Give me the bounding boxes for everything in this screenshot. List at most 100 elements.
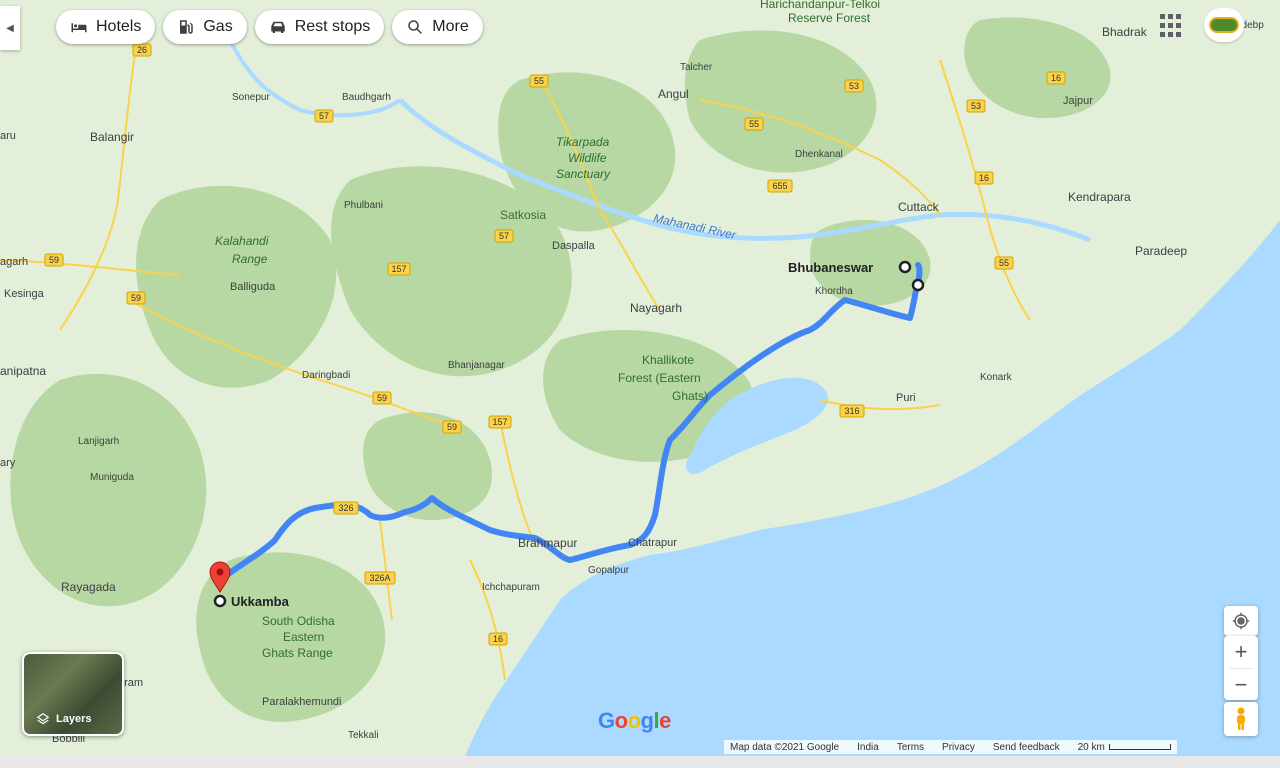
scale-indicator[interactable]: 20 km [1078,742,1171,753]
attribution-bar: Map data ©2021 Google India Terms Privac… [724,740,1177,754]
pegman-icon [1237,707,1245,730]
country-link[interactable]: India [857,742,879,753]
region-label: Range [232,252,268,266]
layers-label: Layers [56,713,92,725]
city-label[interactable]: Lanjigarh [78,436,119,447]
city-label[interactable]: Kendrapara [1068,190,1131,204]
city-label[interactable]: Daspalla [552,240,596,252]
highway-label: 55 [749,119,759,129]
rest-stops-label: Rest stops [294,18,371,35]
highway-label: 55 [999,258,1009,268]
gas-chip[interactable]: Gas [163,10,247,44]
city-label[interactable]: Ichchapuram [482,582,540,593]
zoom-in-button[interactable]: + [1224,636,1258,668]
gas-label: Gas [203,18,233,35]
more-chip[interactable]: More [392,10,483,44]
city-label[interactable]: Rayagada [61,580,116,594]
layers-label-group: Layers [36,712,91,726]
scale-bar [1108,743,1171,750]
region-label: Ghats Range [262,646,333,660]
city-label[interactable]: Talcher [680,62,713,73]
city-label[interactable]: Baudhgarh [342,92,391,103]
highway-label: 16 [493,634,503,644]
city-label[interactable]: Bhadrak [1102,25,1148,39]
region-label: Harichandanpur-Telkoi [760,0,880,11]
rest-stops-chip[interactable]: Rest stops [254,10,385,44]
terms-link[interactable]: Terms [897,742,924,753]
region-label: Khallikote [642,353,694,367]
highway-label: 57 [499,231,509,241]
highway-label: 16 [979,173,989,183]
city-label[interactable]: anipatna [0,364,46,378]
my-location-button[interactable] [1224,606,1258,636]
city-label[interactable]: Paralakhemundi [262,696,342,708]
region-label: Ghats) [672,389,708,403]
highway-label: 157 [492,417,507,427]
highway-label: 53 [971,101,981,111]
layers-icon [36,713,50,725]
region-label: Tikarpada [556,135,610,149]
city-label[interactable]: Sonepur [232,92,270,103]
destination-dot[interactable] [213,594,227,608]
more-label: More [432,18,469,35]
city-label[interactable]: Phulbani [344,200,383,211]
city-label[interactable]: Muniguda [90,472,134,483]
city-label[interactable]: Khordha [815,286,853,297]
city-label[interactable]: ary [0,457,16,469]
apps-grid-icon[interactable] [1160,14,1184,38]
highway-label: 59 [131,293,141,303]
map-data-text: Map data ©2021 Google [730,741,840,753]
map-canvas[interactable]: 26 57 55 55 53 53 16 16 655 59 59 57 157… [0,0,1280,768]
privacy-link[interactable]: Privacy [942,742,975,753]
send-feedback-link[interactable]: Send feedback [993,742,1060,753]
hotels-chip[interactable]: Hotels [56,10,156,44]
origin-label[interactable]: Bhubaneswar [788,260,873,275]
highway-label: 655 [772,181,787,191]
city-label[interactable]: Tekkali [348,730,379,741]
zoom-controls: + − [1224,636,1258,700]
city-label[interactable]: Nayagarh [630,301,682,315]
street-view-pegman-button[interactable] [1224,702,1258,736]
layers-button[interactable]: Layers [22,652,124,736]
account-avatar[interactable] [1204,8,1244,42]
city-label[interactable]: Kesinga [4,288,45,300]
city-label[interactable]: Konark [980,372,1013,383]
bottom-status-strip [0,756,1280,768]
city-label[interactable]: Brahmapur [518,536,577,550]
highway-label: 157 [391,264,406,274]
city-label[interactable]: agarh [0,256,28,268]
city-label[interactable]: Balliguda [230,281,276,293]
location-target-icon [1232,612,1250,630]
city-label[interactable]: Gopalpur [588,565,630,576]
gas-station-icon [180,20,194,34]
pin-center [216,568,224,576]
highway-label: 59 [49,255,59,265]
zoom-out-button[interactable]: − [1224,669,1258,701]
city-label[interactable]: Daringbadi [302,370,350,381]
highway-label: 16 [1051,73,1061,83]
category-chip-bar: Hotels Gas Rest stops More [56,10,483,44]
city-label[interactable]: aru [0,130,16,142]
city-label[interactable]: Chatrapur [628,537,677,549]
city-label[interactable]: Balangir [90,130,134,144]
collapse-side-panel-button[interactable]: ◀ [0,6,20,50]
search-icon [408,20,423,34]
city-label[interactable]: Angul [658,87,689,101]
destination-label[interactable]: Ukkamba [231,594,290,609]
city-label[interactable]: Jajpur [1063,95,1093,107]
region-label: Kalahandi [215,234,269,248]
region-label: Wildlife [568,151,607,165]
waypoint-marker[interactable] [911,278,925,292]
highway-label: 57 [319,111,329,121]
origin-marker[interactable] [898,260,912,274]
highway-label: 26 [137,45,147,55]
city-label[interactable]: Dhenkanal [795,149,843,160]
city-label[interactable]: Cuttack [898,200,940,214]
bed-icon [71,23,87,33]
region-label: Satkosia [500,208,546,222]
city-label[interactable]: Bhanjanagar [448,360,505,371]
city-label[interactable]: Paradeep [1135,244,1187,258]
highway-label: 326A [369,573,390,583]
region-label: South Odisha [262,614,335,628]
city-label[interactable]: Puri [896,392,916,404]
